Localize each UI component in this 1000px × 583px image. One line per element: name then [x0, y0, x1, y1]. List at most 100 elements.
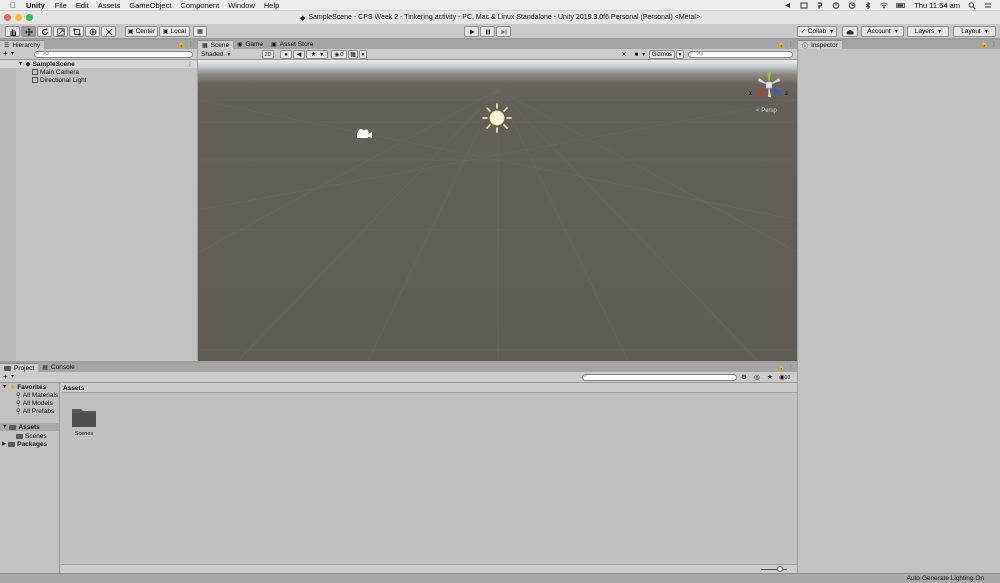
rotate-tool-button[interactable] [37, 26, 52, 37]
project-search-input[interactable] [582, 374, 737, 381]
toggle-2d-button[interactable]: 2D [262, 50, 274, 59]
hierarchy-search-input[interactable]: All [34, 51, 193, 58]
play-button[interactable] [464, 26, 479, 37]
project-add-button[interactable]: + [3, 372, 8, 381]
gizmos-button[interactable]: Gizmos [649, 50, 675, 59]
favorite-all-models[interactable]: ⚲ All Models [16, 399, 53, 408]
hierarchy-item-main-camera[interactable]: Main Camera [32, 68, 79, 76]
favorite-star-icon[interactable]: ★ [767, 373, 773, 381]
hidden-packages-icon[interactable]: ◉10 [779, 373, 790, 381]
search-by-type-icon[interactable]: ⚙ [741, 373, 747, 381]
tab-game[interactable]: ◉ Game [233, 40, 267, 49]
hierarchy-lock-icon[interactable]: 🔒 [178, 41, 185, 48]
scene-expand-icon[interactable]: ▼ [18, 61, 23, 67]
packages-folder[interactable]: ▶ Packages [2, 440, 47, 448]
camera-settings-dropdown[interactable]: ■ [632, 50, 648, 59]
wifi-icon[interactable] [880, 2, 889, 9]
pinterest-icon[interactable] [816, 1, 824, 9]
scene-options-icon[interactable]: ⋮ [187, 61, 193, 68]
transform-tool-button[interactable] [85, 26, 100, 37]
directional-light-gizmo-icon[interactable] [481, 102, 513, 134]
scene-lock-icon[interactable]: 🔒 [778, 41, 785, 48]
orientation-gizmo-icon[interactable]: x z [749, 66, 793, 106]
hierarchy-scene-row[interactable]: ▼ ◆ SampleScene ⋮ [18, 60, 193, 69]
collab-dropdown[interactable]: ✓ Collab [797, 26, 837, 37]
tab-inspector[interactable]: ⓘ Inspector [798, 40, 842, 50]
custom-tool-button[interactable] [101, 26, 116, 37]
grid-visibility-button[interactable]: ▦ [348, 50, 358, 59]
search-by-label-icon[interactable]: ◎ [754, 373, 760, 381]
control-center-icon[interactable] [984, 2, 992, 9]
bluetooth-icon[interactable] [864, 1, 872, 9]
pause-button[interactable] [480, 26, 495, 37]
shading-mode-dropdown[interactable]: Shaded [199, 50, 259, 59]
scene-viewport[interactable]: x z < Persp [198, 60, 797, 361]
tab-hierarchy[interactable]: ☰ Hierarchy [0, 40, 45, 49]
assets-expand-icon[interactable]: ▼ [2, 424, 7, 430]
asset-item-scenes[interactable]: Scenes [70, 406, 98, 437]
scenes-folder[interactable]: Scenes [16, 432, 47, 440]
camera-gizmo-icon[interactable] [355, 128, 373, 140]
timer-icon[interactable] [832, 1, 840, 9]
audio-toggle-button[interactable]: ◀ [293, 50, 305, 59]
tab-asset-store[interactable]: ▣ Asset Store [267, 40, 317, 49]
apple-icon[interactable]:  [10, 1, 16, 10]
assets-folder[interactable]: ▼ Assets [2, 423, 40, 431]
menu-window[interactable]: Window [228, 1, 255, 10]
hierarchy-add-dropdown-icon[interactable]: ▾ [11, 50, 14, 57]
icon-size-slider[interactable] [761, 569, 787, 570]
close-window-button[interactable] [4, 14, 11, 21]
packages-expand-icon[interactable]: ▶ [2, 441, 6, 447]
vscode-icon[interactable] [784, 2, 792, 9]
project-menu-icon[interactable]: ⋮ [788, 364, 794, 371]
layout-dropdown[interactable]: Layout [953, 26, 996, 37]
icon-size-slider-thumb[interactable] [777, 566, 783, 572]
tab-scene[interactable]: ▦ Scene [198, 40, 234, 49]
gizmos-dropdown-button[interactable]: ▾ [676, 50, 684, 59]
project-breadcrumb[interactable]: Assets [61, 383, 797, 393]
menu-edit[interactable]: Edit [76, 1, 89, 10]
menu-component[interactable]: Component [180, 1, 219, 10]
rect-tool-button[interactable] [69, 26, 84, 37]
inspector-menu-icon[interactable]: ⋮ [991, 41, 997, 48]
menu-app-name[interactable]: Unity [26, 1, 45, 10]
layers-dropdown[interactable]: Layers [907, 26, 949, 37]
tab-project[interactable]: Project [0, 363, 39, 372]
hierarchy-menu-icon[interactable]: ⋮ [188, 41, 194, 48]
tab-console[interactable]: ▤ Console [38, 363, 79, 372]
projection-label[interactable]: < Persp [756, 108, 777, 114]
project-lock-icon[interactable]: 🔒 [778, 364, 785, 371]
spotlight-icon[interactable] [968, 1, 976, 9]
favorites-section[interactable]: ▼ ★ Favorites [2, 383, 46, 392]
time-machine-icon[interactable] [848, 1, 856, 9]
zoom-window-button[interactable] [26, 14, 33, 21]
step-button[interactable] [496, 26, 511, 37]
menu-help[interactable]: Help [264, 1, 279, 10]
pivot-local-button[interactable]: ▣ Local [159, 26, 190, 37]
favorite-all-materials[interactable]: ⚲ All Materials [16, 391, 58, 400]
menu-assets[interactable]: Assets [98, 1, 121, 10]
cpu-monitor-icon[interactable] [800, 2, 808, 9]
cloud-services-button[interactable] [842, 26, 858, 37]
hierarchy-add-button[interactable]: + [3, 49, 8, 58]
favorites-expand-icon[interactable]: ▼ [2, 384, 7, 390]
hand-tool-button[interactable] [5, 26, 20, 37]
menu-gameobject[interactable]: GameObject [129, 1, 171, 10]
scene-search-input[interactable]: All [688, 51, 793, 58]
menu-file[interactable]: File [55, 1, 67, 10]
project-add-dropdown-icon[interactable]: ▾ [11, 373, 14, 380]
menubar-clock[interactable]: Thu 11:54 am [914, 1, 960, 10]
lighting-toggle-button[interactable]: ● [280, 50, 292, 59]
favorite-all-prefabs[interactable]: ⚲ All Prefabs [16, 407, 54, 416]
effects-dropdown[interactable]: ★ [306, 50, 328, 59]
scene-tools-button[interactable]: ✕ [619, 50, 629, 59]
account-dropdown[interactable]: Account [861, 26, 904, 37]
scale-tool-button[interactable] [53, 26, 68, 37]
battery-icon[interactable] [896, 2, 906, 9]
minimize-window-button[interactable] [15, 14, 22, 21]
grid-dropdown-button[interactable]: ▾ [359, 50, 367, 59]
snap-button[interactable]: ▦ [193, 26, 207, 37]
hierarchy-item-directional-light[interactable]: Directional Light [32, 76, 87, 84]
status-text[interactable]: Auto Generate Lighting On [907, 575, 984, 582]
hidden-objects-toggle[interactable]: ◉ 0 [331, 50, 347, 59]
